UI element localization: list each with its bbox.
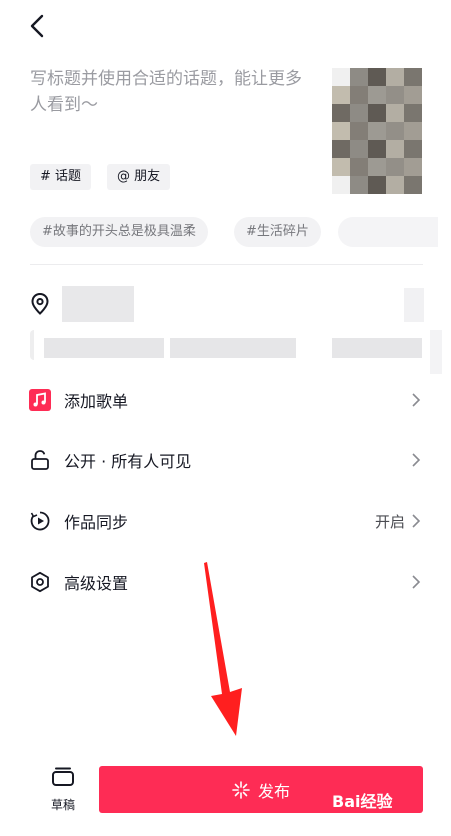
divider xyxy=(30,264,423,265)
cover-tile xyxy=(386,122,404,140)
cover-tile xyxy=(386,158,404,176)
location-value[interactable] xyxy=(62,286,134,322)
drafts-label: 草稿 xyxy=(50,798,75,812)
cover-tile xyxy=(332,122,350,140)
cover-tile xyxy=(368,68,386,86)
visibility-row[interactable]: 公开 · 所有人可见 xyxy=(0,437,451,483)
chevron-right-icon xyxy=(412,393,421,407)
cover-tile xyxy=(404,122,422,140)
location-suggestion[interactable] xyxy=(44,338,164,358)
visibility-label: 公开 · 所有人可见 xyxy=(64,452,192,471)
unlock-icon xyxy=(29,449,51,471)
suggested-topic[interactable]: #故事的开头总是极具温柔 xyxy=(30,217,208,247)
sync-row[interactable]: 作品同步 开启 xyxy=(0,498,451,544)
title-input[interactable]: 写标题并使用合适的话题，能让更多人看到～ xyxy=(30,66,310,118)
cover-tile xyxy=(368,122,386,140)
location-suggestion-edge xyxy=(430,330,442,374)
location-chevron-blur xyxy=(404,288,424,322)
cover-tile xyxy=(332,176,350,194)
hexagon-gear-icon xyxy=(29,571,51,593)
location-pin-icon xyxy=(29,292,51,316)
cover-tile xyxy=(332,158,350,176)
cover-tile xyxy=(332,68,350,86)
cover-tile xyxy=(404,68,422,86)
mention-friend-chip[interactable]: @ 朋友 xyxy=(107,164,171,190)
music-note-icon xyxy=(29,389,51,411)
cover-tile xyxy=(386,176,404,194)
chevron-right-icon xyxy=(412,514,421,528)
cover-tile xyxy=(404,140,422,158)
cover-tile xyxy=(404,158,422,176)
cover-tile xyxy=(350,122,368,140)
cover-thumbnail[interactable] xyxy=(332,68,422,194)
cover-tile xyxy=(368,158,386,176)
cover-tile xyxy=(350,140,368,158)
advanced-settings-row[interactable]: 高级设置 xyxy=(0,559,451,605)
cover-tile xyxy=(350,68,368,86)
back-button[interactable] xyxy=(26,12,50,40)
cover-tile xyxy=(350,104,368,122)
sparkle-icon xyxy=(232,780,250,799)
topic-chip[interactable]: # 话题 xyxy=(30,164,92,190)
cover-tile xyxy=(368,140,386,158)
cover-tile xyxy=(386,140,404,158)
cover-tile xyxy=(404,176,422,194)
add-playlist-row[interactable]: 添加歌单 xyxy=(0,377,451,423)
cover-tile xyxy=(404,86,422,104)
suggested-topic[interactable]: #生活碎片 xyxy=(234,217,321,247)
chevron-right-icon xyxy=(412,575,421,589)
sync-value: 开启 xyxy=(374,512,405,531)
cover-tile xyxy=(350,176,368,194)
drafts-box-icon xyxy=(52,767,74,786)
cover-tile xyxy=(332,140,350,158)
suggested-topic-overflow xyxy=(338,217,438,247)
chevron-left-icon xyxy=(30,14,44,38)
sync-play-icon xyxy=(29,510,51,532)
cover-tile xyxy=(368,104,386,122)
drafts-button[interactable]: 草稿 xyxy=(40,766,86,812)
cover-tile xyxy=(386,68,404,86)
cover-tile xyxy=(350,158,368,176)
location-suggestion[interactable] xyxy=(332,338,422,358)
cover-tile xyxy=(368,86,386,104)
advanced-settings-label: 高级设置 xyxy=(64,574,129,593)
cover-tile xyxy=(350,86,368,104)
location-suggestion[interactable] xyxy=(170,338,296,358)
publish-button[interactable]: 发布 xyxy=(99,766,423,813)
cover-tile xyxy=(332,104,350,122)
cover-tile xyxy=(368,176,386,194)
cover-tile xyxy=(386,86,404,104)
sync-label: 作品同步 xyxy=(64,513,129,532)
cover-tile xyxy=(386,104,404,122)
add-playlist-label: 添加歌单 xyxy=(64,392,129,411)
publish-label: 发布 xyxy=(257,781,290,801)
chevron-right-icon xyxy=(412,453,421,467)
location-suggestion-edge xyxy=(30,330,34,360)
cover-tile xyxy=(404,104,422,122)
cover-tile xyxy=(332,86,350,104)
